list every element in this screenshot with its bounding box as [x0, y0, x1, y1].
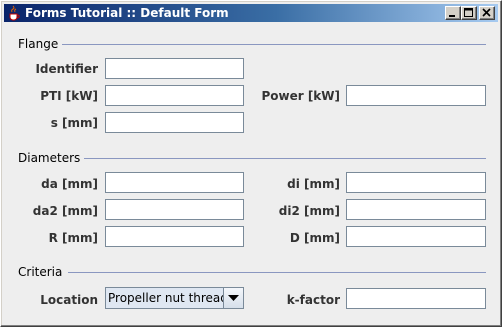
di2-input[interactable]: [347, 200, 485, 219]
da2-label: da2 [mm]: [32, 204, 98, 218]
kfactor-label: k-factor: [286, 293, 340, 307]
section-separator-flange: [62, 44, 486, 45]
da-input[interactable]: [106, 173, 243, 192]
r-field[interactable]: [105, 226, 244, 247]
identifier-input[interactable]: [106, 59, 243, 78]
power-input[interactable]: [347, 86, 485, 105]
section-title-diameters: Diameters: [18, 151, 81, 165]
di-label: di [mm]: [287, 177, 340, 191]
pti-input[interactable]: [106, 86, 243, 105]
title-bar[interactable]: Forms Tutorial :: Default Form: [4, 4, 498, 22]
identifier-field[interactable]: [105, 58, 244, 79]
java-cup-icon: [6, 5, 22, 21]
close-button[interactable]: [479, 6, 495, 20]
app-window: Forms Tutorial :: Default Form Flange Id…: [0, 0, 502, 327]
da-field[interactable]: [105, 172, 244, 193]
section-separator-diameters: [84, 158, 486, 159]
d-input[interactable]: [347, 227, 485, 246]
di-input[interactable]: [347, 173, 485, 192]
maximize-icon: [464, 8, 473, 17]
minimize-button[interactable]: [445, 6, 461, 20]
location-select[interactable]: Propeller nut thread: [105, 287, 244, 309]
s-input[interactable]: [106, 113, 243, 132]
minimize-icon: [449, 15, 455, 17]
da2-input[interactable]: [106, 200, 243, 219]
s-field[interactable]: [105, 112, 244, 133]
form-panel: Flange Identifier PTI [kW] Power [kW] s …: [4, 23, 498, 323]
power-label: Power [kW]: [261, 89, 340, 103]
pti-field[interactable]: [105, 85, 244, 106]
di2-field[interactable]: [346, 199, 486, 220]
kfactor-field[interactable]: [346, 288, 486, 309]
window-title: Forms Tutorial :: Default Form: [25, 6, 229, 20]
identifier-label: Identifier: [35, 62, 98, 76]
location-dropdown-button[interactable]: [223, 288, 243, 308]
s-label: s [mm]: [50, 116, 98, 130]
d-label: D [mm]: [289, 231, 340, 245]
location-label: Location: [40, 293, 98, 307]
di-field[interactable]: [346, 172, 486, 193]
section-separator-criteria: [68, 272, 486, 273]
location-selected-value: Propeller nut thread: [108, 291, 228, 305]
di2-label: di2 [mm]: [278, 204, 340, 218]
r-label: R [mm]: [48, 231, 98, 245]
kfactor-input[interactable]: [347, 289, 485, 308]
section-title-flange: Flange: [18, 37, 59, 51]
close-icon: [482, 8, 491, 17]
maximize-button[interactable]: [461, 6, 477, 20]
pti-label: PTI [kW]: [40, 89, 98, 103]
section-title-criteria: Criteria: [18, 265, 63, 279]
da-label: da [mm]: [41, 177, 98, 191]
d-field[interactable]: [346, 226, 486, 247]
da2-field[interactable]: [105, 199, 244, 220]
chevron-down-icon: [228, 295, 239, 301]
power-field[interactable]: [346, 85, 486, 106]
r-input[interactable]: [106, 227, 243, 246]
